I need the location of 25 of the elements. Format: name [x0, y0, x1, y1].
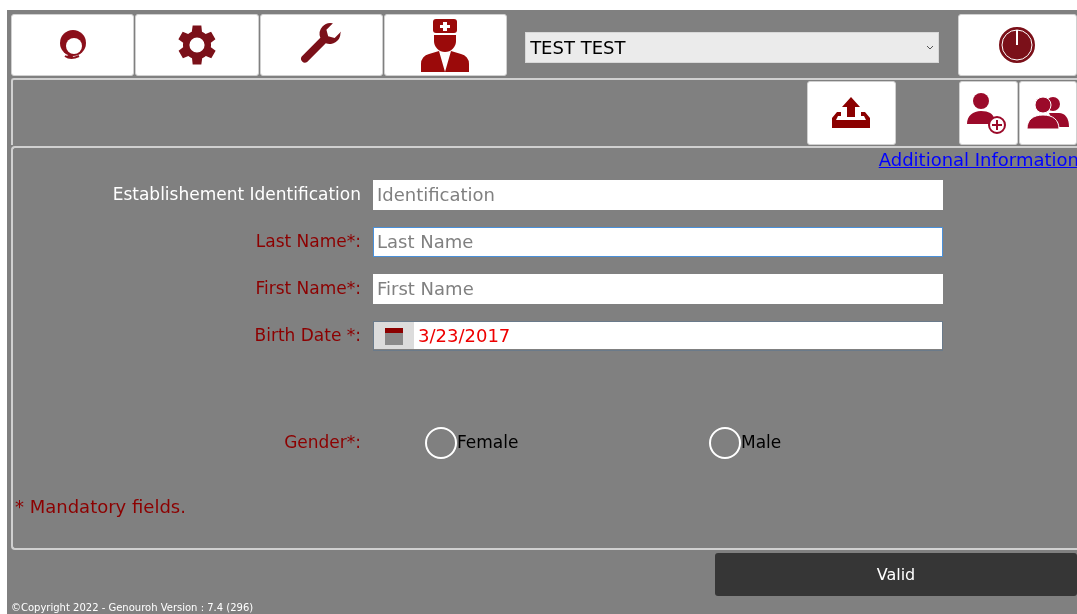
date-field[interactable]: 3/23/2017 [373, 320, 943, 351]
toolbar-button[interactable] [11, 14, 135, 76]
power-icon [998, 25, 1037, 64]
text-field[interactable]: Last Name [373, 226, 943, 257]
action-button[interactable] [958, 80, 1019, 145]
field-label: First Name*: [254, 276, 361, 300]
action-button[interactable] [1019, 80, 1077, 145]
calendar-icon[interactable] [374, 322, 414, 349]
power-button[interactable] [957, 14, 1077, 76]
field-label: Last Name*: [254, 229, 361, 253]
toolbar-button[interactable] [383, 14, 508, 76]
radio-option[interactable]: Female [425, 426, 709, 459]
toolbar-button[interactable] [135, 14, 259, 76]
field-label: Birth Date *: [253, 323, 361, 347]
upload-icon [831, 95, 872, 130]
toolbar-button[interactable] [259, 14, 383, 76]
valid-button[interactable]: Valid [715, 553, 1077, 596]
mandatory-note: * Mandatory fields. [15, 494, 187, 519]
field-label: Gender*: [283, 430, 361, 454]
patient-select[interactable]: TEST TEST [525, 32, 939, 63]
action-button[interactable] [807, 80, 896, 145]
caret-icon [925, 44, 934, 51]
field-label: Establishement Identification [111, 182, 361, 206]
copyright-text: ©Copyright 2022 - Genouroh Version : 7.4 (296) [11, 602, 255, 614]
radio-option[interactable]: Male [709, 426, 782, 459]
